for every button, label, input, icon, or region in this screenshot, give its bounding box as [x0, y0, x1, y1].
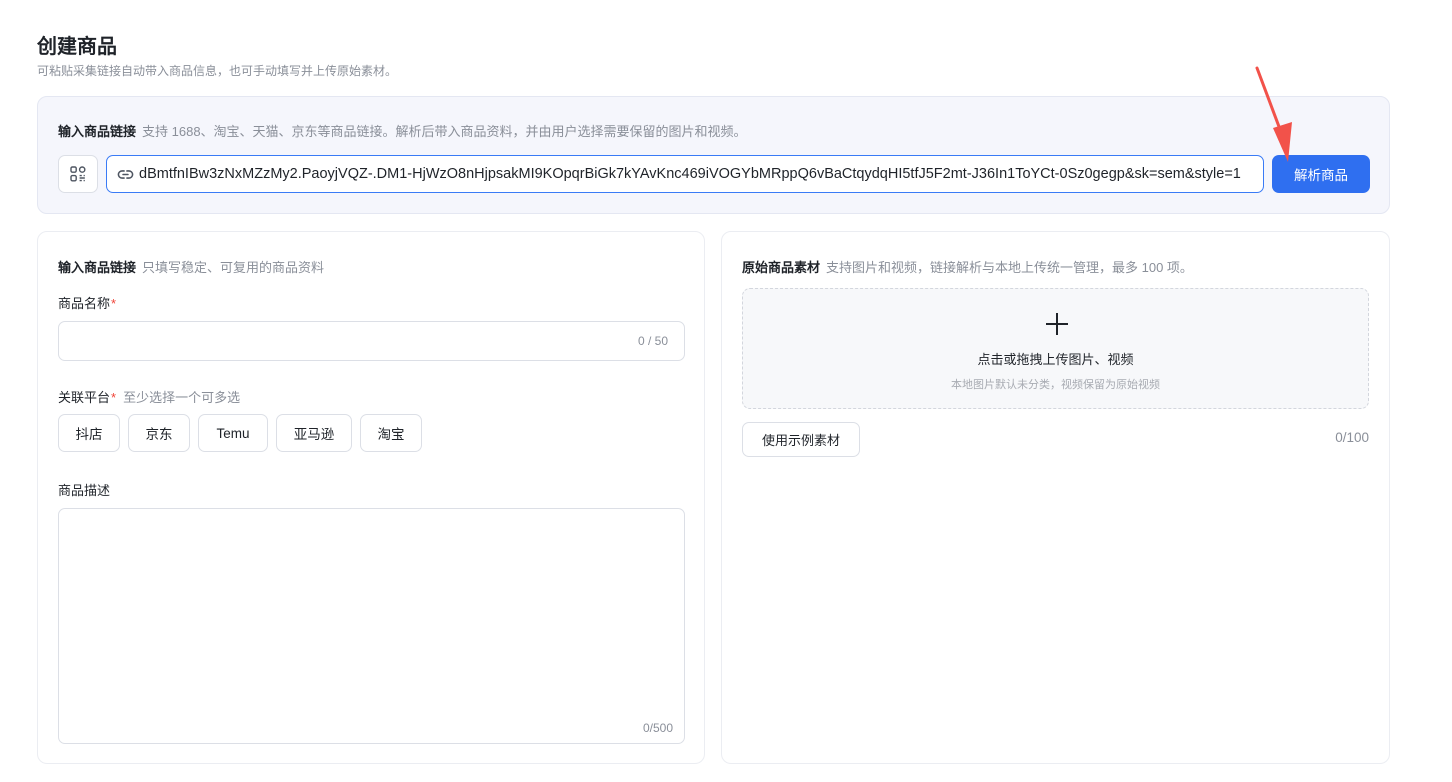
platform-label-text: 关联平台: [58, 390, 111, 405]
product-name-input[interactable]: [59, 322, 684, 360]
assets-header: 原始商品素材 支持图片和视频，链接解析与本地上传统一管理，最多 100 项。: [742, 257, 1193, 276]
product-info-card: 输入商品链接 只填写稳定、可复用的商品资料 商品名称* 0 / 50 关联平台* 至…: [37, 231, 705, 764]
product-name-field[interactable]: 0 / 50: [58, 321, 685, 361]
platform-chip-group: 抖店 京东 Temu 亚马逊 淘宝: [58, 414, 430, 452]
product-name-label-text: 商品名称: [58, 296, 111, 311]
platform-chip-douyin[interactable]: 抖店: [58, 414, 120, 452]
product-name-label: 商品名称*: [58, 293, 116, 312]
link-icon: [116, 165, 134, 183]
link-panel-header: 输入商品链接 支持 1688、淘宝、天猫、京东等商品链接。解析后带入商品资料，并由…: [58, 121, 747, 140]
platform-chip-temu[interactable]: Temu: [198, 414, 268, 452]
product-info-hint: 只填写稳定、可复用的商品资料: [142, 260, 325, 275]
parse-product-button[interactable]: 解析商品: [1272, 155, 1370, 193]
upload-instruction: 点击或拖拽上传图片、视频: [977, 352, 1134, 367]
platform-chip-jd[interactable]: 京东: [128, 414, 190, 452]
required-mark: *: [111, 296, 117, 311]
description-label: 商品描述: [58, 483, 111, 498]
qr-scan-button[interactable]: [58, 155, 98, 193]
platform-chip-amazon[interactable]: 亚马逊: [276, 414, 352, 452]
product-name-counter: 0 / 50: [637, 334, 668, 348]
plus-icon: [1046, 313, 1068, 335]
page-subtitle: 可粘贴采集链接自动带入商品信息，也可手动填写并上传原始素材。: [37, 64, 398, 78]
platform-label: 关联平台* 至少选择一个可多选: [58, 387, 240, 406]
upload-note: 本地图片默认未分类，视频保留为原始视频: [951, 379, 1160, 391]
product-info-label: 输入商品链接: [58, 260, 137, 275]
link-panel-hint: 支持 1688、淘宝、天猫、京东等商品链接。解析后带入商品资料，并由用户选择需要…: [142, 124, 747, 139]
use-sample-assets-button[interactable]: 使用示例素材: [742, 422, 860, 457]
assets-hint: 支持图片和视频，链接解析与本地上传统一管理，最多 100 项。: [826, 260, 1193, 275]
assets-label: 原始商品素材: [742, 260, 821, 275]
qr-code-icon: [70, 166, 86, 182]
link-input-panel: 输入商品链接 支持 1688、淘宝、天猫、京东等商品链接。解析后带入商品资料，并由…: [37, 96, 1390, 214]
link-panel-label: 输入商品链接: [58, 124, 137, 139]
asset-counter: 0/100: [1335, 430, 1369, 445]
upload-dropzone[interactable]: 点击或拖拽上传图片、视频 本地图片默认未分类，视频保留为原始视频: [742, 288, 1369, 409]
description-textarea[interactable]: [59, 509, 684, 743]
product-url-field[interactable]: [106, 155, 1264, 193]
platform-chip-taobao[interactable]: 淘宝: [360, 414, 422, 452]
page-title: 创建商品: [37, 36, 117, 58]
assets-card: 原始商品素材 支持图片和视频，链接解析与本地上传统一管理，最多 100 项。 点击…: [721, 231, 1390, 764]
description-field[interactable]: 0/500: [58, 508, 685, 744]
description-counter: 0/500: [642, 721, 673, 735]
product-info-header: 输入商品链接 只填写稳定、可复用的商品资料: [58, 257, 324, 276]
platform-hint: 至少选择一个可多选: [123, 390, 241, 405]
product-url-input[interactable]: [139, 166, 1263, 182]
required-mark: *: [111, 390, 117, 405]
